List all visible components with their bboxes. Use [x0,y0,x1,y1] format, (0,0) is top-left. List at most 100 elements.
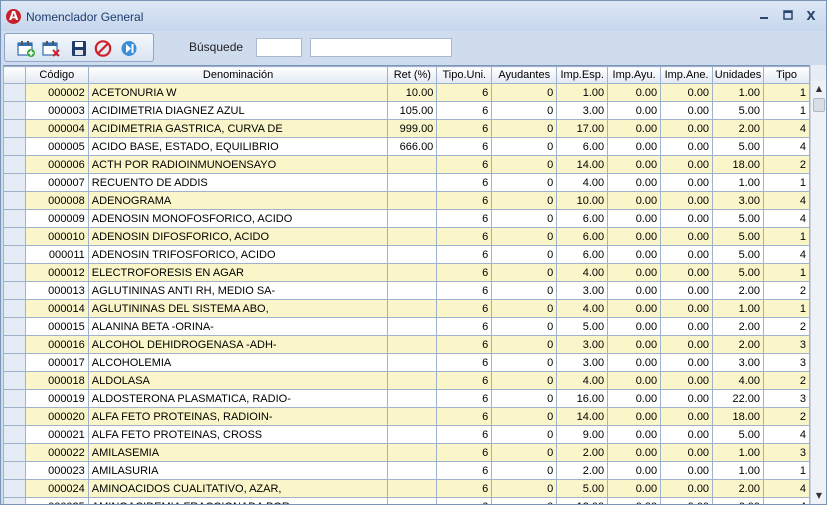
cell-tipo[interactable]: 3 [763,353,810,372]
cell-ayudantes[interactable]: 0 [491,263,558,282]
table-row[interactable]: 000007 RECUENTO DE ADDIS 6 0 4.00 0.00 0.00 1.0… [3,173,810,192]
cell-ret[interactable] [387,281,438,300]
cell-tipo-uni[interactable]: 6 [436,137,493,156]
cell-tipo[interactable]: 2 [763,281,810,300]
cell-tipo-uni[interactable]: 6 [436,83,493,102]
cell-unidades[interactable]: 3.00 [712,353,765,372]
row-indicator[interactable] [3,191,26,210]
cell-tipo-uni[interactable]: 6 [436,299,493,318]
cell-imp-ane[interactable]: 0.00 [660,245,714,264]
column-header-tipo[interactable]: Tipo [763,66,810,84]
cell-imp-ane[interactable]: 0.00 [660,461,714,480]
cell-tipo[interactable]: 2 [763,155,810,174]
cell-ayudantes[interactable]: 0 [491,137,558,156]
row-indicator[interactable] [3,479,26,498]
cell-ayudantes[interactable]: 0 [491,155,558,174]
cell-imp-ane[interactable]: 0.00 [660,137,714,156]
cell-imp-ayu[interactable]: 0.00 [607,191,662,210]
cell-imp-ayu[interactable]: 0.00 [607,227,662,246]
cell-ret[interactable] [387,317,438,336]
cell-imp-esp[interactable]: 14.00 [556,407,609,426]
cell-imp-esp[interactable]: 4.00 [556,299,609,318]
cell-imp-ayu[interactable]: 0.00 [607,317,662,336]
cell-unidades[interactable]: 18.00 [712,407,765,426]
cell-imp-ane[interactable]: 0.00 [660,119,714,138]
cell-tipo[interactable]: 4 [763,245,810,264]
cell-ret[interactable] [387,407,438,426]
column-header-imp-ane[interactable]: Imp.Ane. [660,66,714,84]
cell-imp-ane[interactable]: 0.00 [660,497,714,504]
cell-tipo[interactable]: 3 [763,443,810,462]
cell-tipo-uni[interactable]: 6 [436,191,493,210]
cell-imp-ane[interactable]: 0.00 [660,425,714,444]
cell-tipo-uni[interactable]: 6 [436,155,493,174]
cell-denominacion[interactable]: ACTH POR RADIOINMUNOENSAYO [87,155,389,174]
cell-tipo[interactable]: 4 [763,497,810,504]
cell-unidades[interactable]: 5.00 [712,209,765,228]
cell-unidades[interactable]: 1.00 [712,299,765,318]
cell-denominacion[interactable]: AGLUTININAS DEL SISTEMA ABO, [87,299,389,318]
cell-codigo[interactable]: 000010 [24,227,89,246]
cell-tipo[interactable]: 4 [763,191,810,210]
row-indicator[interactable] [3,335,26,354]
cell-imp-esp[interactable]: 1.00 [556,83,609,102]
cell-imp-ayu[interactable]: 0.00 [607,245,662,264]
cell-imp-esp[interactable]: 3.00 [556,353,609,372]
search-text-input[interactable] [310,38,452,57]
cell-tipo-uni[interactable]: 6 [436,371,493,390]
cell-unidades[interactable]: 1.00 [712,443,765,462]
cell-tipo[interactable]: 4 [763,425,810,444]
cell-imp-ayu[interactable]: 0.00 [607,389,662,408]
cell-tipo-uni[interactable]: 6 [436,461,493,480]
table-row[interactable]: 000018 ALDOLASA 6 0 4.00 0.00 0.00 4.00 2 [3,371,810,390]
row-indicator[interactable] [3,497,26,504]
cell-tipo-uni[interactable]: 6 [436,101,493,120]
cell-ret[interactable] [387,191,438,210]
cell-imp-esp[interactable]: 6.00 [556,245,609,264]
cell-ayudantes[interactable]: 0 [491,461,558,480]
cell-denominacion[interactable]: ALCOHOL DEHIDROGENASA -ADH- [87,335,389,354]
cell-imp-ayu[interactable]: 0.00 [607,83,662,102]
row-indicator[interactable] [3,155,26,174]
cell-tipo[interactable]: 3 [763,389,810,408]
cell-ret[interactable] [387,371,438,390]
cell-ayudantes[interactable]: 0 [491,119,558,138]
cell-imp-ayu[interactable]: 0.00 [607,119,662,138]
cell-imp-esp[interactable]: 6.00 [556,209,609,228]
cell-codigo[interactable]: 000024 [24,479,89,498]
cell-imp-ayu[interactable]: 0.00 [607,443,662,462]
cell-ayudantes[interactable]: 0 [491,425,558,444]
cell-tipo-uni[interactable]: 6 [436,281,493,300]
cell-ret[interactable]: 105.00 [387,101,438,120]
new-record-button[interactable] [16,39,36,58]
cell-codigo[interactable]: 000025 [24,497,89,504]
cell-imp-esp[interactable]: 4.00 [556,263,609,282]
row-indicator[interactable] [3,371,26,390]
cell-ayudantes[interactable]: 0 [491,281,558,300]
cell-ret[interactable] [387,299,438,318]
cell-tipo-uni[interactable]: 6 [436,263,493,282]
cell-imp-esp[interactable]: 2.00 [556,443,609,462]
minimize-button[interactable] [755,8,773,24]
title-bar[interactable]: A Nomenclador General X [1,1,826,31]
table-row[interactable]: 000025AMINOACIDEMIA FRACCIONADA POR 6012.… [3,497,810,504]
cell-imp-ayu[interactable]: 0.00 [607,137,662,156]
cell-tipo-uni[interactable]: 6 [436,209,493,228]
cell-imp-esp[interactable]: 14.00 [556,155,609,174]
cell-codigo[interactable]: 000016 [24,335,89,354]
table-row[interactable]: 000004 ACIDIMETRIA GASTRICA, CURVA DE 999.… [3,119,810,138]
cell-unidades[interactable]: 5.00 [712,137,765,156]
cell-codigo[interactable]: 000012 [24,263,89,282]
cell-denominacion[interactable]: ALCOHOLEMIA [87,353,389,372]
cell-imp-esp[interactable]: 5.00 [556,479,609,498]
cell-tipo[interactable]: 4 [763,479,810,498]
cell-ayudantes[interactable]: 0 [491,407,558,426]
cell-ret[interactable] [387,173,438,192]
cell-unidades[interactable]: 5.00 [712,263,765,282]
cell-codigo[interactable]: 000017 [24,353,89,372]
cell-ret[interactable] [387,479,438,498]
cell-ret[interactable] [387,353,438,372]
arrow-up-icon[interactable]: ▲ [811,81,827,97]
table-row[interactable]: 000023 AMILASURIA 6 0 2.00 0.00 0.00 1.00 1 [3,461,810,480]
row-indicator[interactable] [3,407,26,426]
